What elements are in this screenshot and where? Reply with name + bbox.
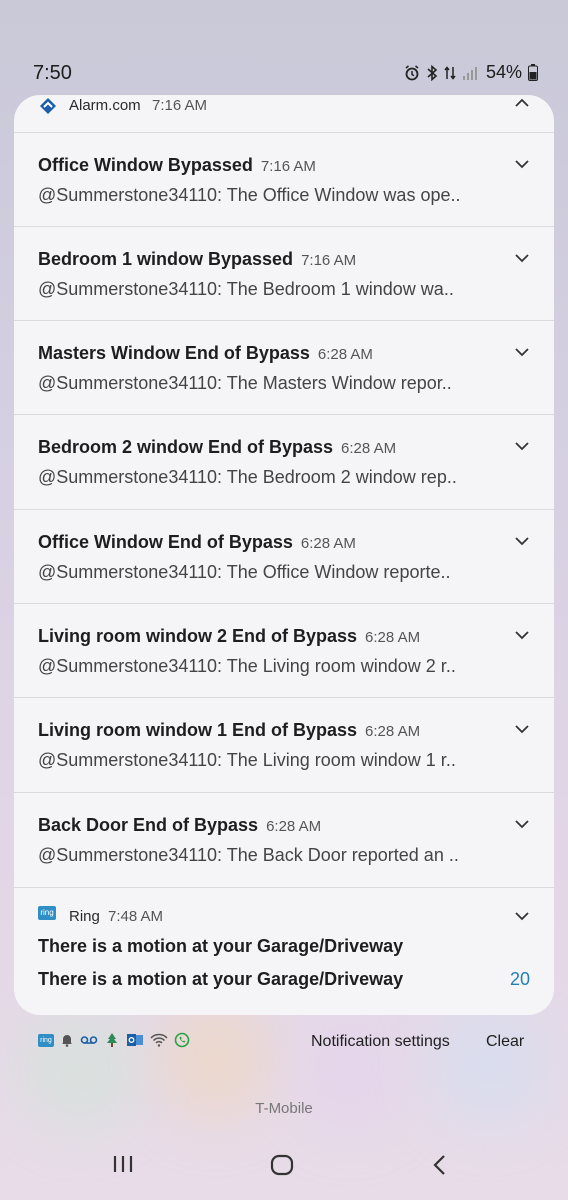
chevron-up-icon[interactable] [514,97,530,109]
data-arrows-icon [444,65,456,80]
ring-mini-icon: ring [38,1033,54,1047]
ring-notification[interactable]: ring Ring 7:48 AM There is a motion at y… [14,887,554,1015]
tree-icon [107,1033,117,1047]
battery-icon [528,64,538,81]
ring-message: There is a motion at your Garage/Drivewa… [38,969,404,989]
voicemail-icon [80,1036,98,1044]
bluetooth-icon [427,64,438,81]
chevron-down-icon[interactable] [514,346,530,358]
notification-body: @Summerstone34110: The Bedroom 2 window … [38,467,457,487]
signal-icon [462,66,477,80]
notification-time: 7:16 AM [301,252,357,269]
notification-body: @Summerstone34110: The Office Window was… [38,185,461,205]
ring-time: 7:48 AM [108,908,164,925]
ring-message: There is a motion at your Garage/Drivewa… [38,936,404,956]
alarm-group-header[interactable]: Alarm.com 7:16 AM [14,95,554,132]
notification-time: 6:28 AM [365,629,421,646]
notification-body: @Summerstone34110: The Living room windo… [38,656,456,676]
notification-title: Living room window 1 End of Bypass 6:28 A… [38,720,421,740]
ring-app-name: Ring [69,908,100,925]
recent-apps-icon[interactable] [112,1154,134,1174]
wifi-calling-icon [150,1033,168,1047]
alarm-app-name: Alarm.com [69,97,141,114]
alarm-group-time: 7:16 AM [152,97,208,114]
notification-title: Bedroom 2 window End of Bypass 6:28 AM [38,437,397,457]
home-icon[interactable] [270,1154,294,1176]
notification-title: Masters Window End of Bypass 6:28 AM [38,343,373,363]
panel-footer: ring Notification settings Clear [0,1025,568,1065]
notification-title: Office Window Bypassed 7:16 AM [38,155,316,175]
navigation-bar [0,1140,568,1200]
back-icon[interactable] [432,1154,448,1176]
mini-app-icons: ring [38,1032,190,1048]
chevron-down-icon[interactable] [514,440,530,452]
status-bar: 7:50 54% [0,0,568,100]
chevron-down-icon[interactable] [514,158,530,170]
notification-time: 7:16 AM [260,158,316,175]
clear-button[interactable]: Clear [486,1033,524,1051]
ring-app-icon: ring [38,906,56,920]
notification-item[interactable]: Bedroom 2 window End of Bypass 6:28 AM @S… [14,414,554,508]
alarm-app-icon [40,98,56,114]
chevron-down-icon[interactable] [514,723,530,735]
notification-title: Bedroom 1 window Bypassed 7:16 AM [38,249,357,269]
carrier-label: T-Mobile [255,1100,313,1117]
notification-time: 6:28 AM [300,535,356,552]
notification-time: 6:28 AM [317,346,373,363]
notification-item[interactable]: Bedroom 1 window Bypassed 7:16 AM @Summer… [14,226,554,320]
notification-item[interactable]: Office Window End of Bypass 6:28 AM @Summ… [14,509,554,603]
notification-time: 6:28 AM [365,723,421,740]
notification-body: @Summerstone34110: The Back Door reporte… [38,845,459,865]
notification-count-badge: 20 [510,969,531,989]
notification-body: @Summerstone34110: The Living room windo… [38,750,456,770]
outlook-icon [127,1034,143,1046]
chevron-down-icon[interactable] [514,818,530,830]
notification-body: @Summerstone34110: The Office Window rep… [38,562,451,582]
bell-icon [62,1035,72,1047]
notification-item[interactable]: Living room window 1 End of Bypass 6:28 A… [14,697,554,791]
notification-panel: Alarm.com 7:16 AM Office Window Bypassed… [14,95,554,1015]
notification-settings-button[interactable]: Notification settings [311,1033,450,1051]
chevron-down-icon[interactable] [514,252,530,264]
notification-item[interactable]: Masters Window End of Bypass 6:28 AM @Sum… [14,320,554,414]
notification-body: @Summerstone34110: The Bedroom 1 window … [38,279,454,299]
notification-title: Living room window 2 End of Bypass 6:28 A… [38,626,421,646]
notification-title: Back Door End of Bypass 6:28 AM [38,815,322,835]
notification-body: @Summerstone34110: The Masters Window re… [38,373,452,393]
status-icons: 54% [404,62,538,83]
notification-time: 6:28 AM [341,440,397,457]
status-clock: 7:50 [33,62,72,84]
whatsapp-icon [174,1032,190,1048]
notification-time: 6:28 AM [266,818,322,835]
alarm-icon [405,64,419,80]
chevron-down-icon[interactable] [514,629,530,641]
notification-item[interactable]: Back Door End of Bypass 6:28 AM @Summerst… [14,792,554,886]
battery-percent: 54% [485,62,522,82]
chevron-down-icon[interactable] [514,535,530,547]
notification-title: Office Window End of Bypass 6:28 AM [38,532,356,552]
chevron-down-icon[interactable] [514,910,530,922]
notification-item[interactable]: Office Window Bypassed 7:16 AM @Summersto… [14,132,554,226]
notification-item[interactable]: Living room window 2 End of Bypass 6:28 A… [14,603,554,697]
